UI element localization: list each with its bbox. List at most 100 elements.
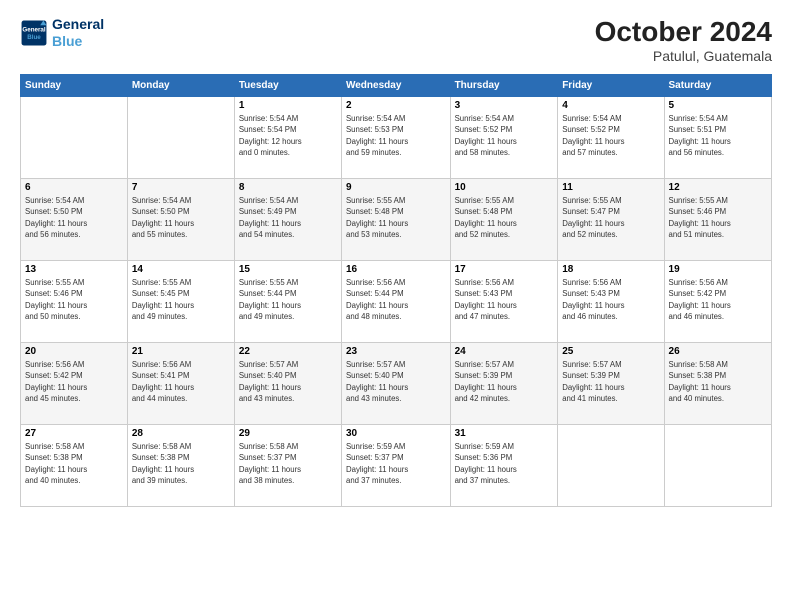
calendar-cell: 28 Sunrise: 5:58 AM Sunset: 5:38 PM Dayli… (127, 425, 234, 507)
calendar-cell: 2 Sunrise: 5:54 AM Sunset: 5:53 PM Daylig… (341, 97, 450, 179)
weekday-header-sunday: Sunday (21, 75, 128, 97)
day-number: 17 (455, 264, 554, 275)
day-number: 30 (346, 428, 446, 439)
day-info: Sunrise: 5:56 AM Sunset: 5:42 PM Dayligh… (669, 277, 767, 322)
day-info: Sunrise: 5:55 AM Sunset: 5:46 PM Dayligh… (25, 277, 123, 322)
logo-text-general: General (52, 16, 104, 33)
weekday-header-tuesday: Tuesday (234, 75, 341, 97)
day-number: 3 (455, 100, 554, 111)
page: General Blue General Blue October 2024 P… (0, 0, 792, 612)
calendar-week-5: 27 Sunrise: 5:58 AM Sunset: 5:38 PM Dayli… (21, 425, 772, 507)
day-number: 19 (669, 264, 767, 275)
weekday-header-thursday: Thursday (450, 75, 558, 97)
calendar-cell: 21 Sunrise: 5:56 AM Sunset: 5:41 PM Dayli… (127, 343, 234, 425)
day-info: Sunrise: 5:56 AM Sunset: 5:41 PM Dayligh… (132, 359, 230, 404)
calendar-header: SundayMondayTuesdayWednesdayThursdayFrid… (21, 75, 772, 97)
calendar-cell: 15Sunrise: 5:55 AM Sunset: 5:44 PM Dayli… (234, 261, 341, 343)
day-info: Sunrise: 5:55 AM Sunset: 5:48 PM Dayligh… (455, 195, 554, 240)
calendar-cell (664, 425, 771, 507)
day-number: 13 (25, 264, 123, 275)
day-info: Sunrise: 5:54 AM Sunset: 5:52 PM Dayligh… (562, 113, 659, 158)
day-number: 31 (455, 428, 554, 439)
calendar-cell: 3 Sunrise: 5:54 AM Sunset: 5:52 PM Daylig… (450, 97, 558, 179)
day-number: 29 (239, 428, 337, 439)
day-number: 21 (132, 346, 230, 357)
weekday-header-row: SundayMondayTuesdayWednesdayThursdayFrid… (21, 75, 772, 97)
day-info: Sunrise: 5:55 AM Sunset: 5:45 PM Dayligh… (132, 277, 230, 322)
day-info: Sunrise: 5:58 AM Sunset: 5:37 PM Dayligh… (239, 441, 337, 486)
day-number: 1 (239, 100, 337, 111)
calendar-cell: 27 Sunrise: 5:58 AM Sunset: 5:38 PM Dayli… (21, 425, 128, 507)
location: Patulul, Guatemala (595, 48, 772, 64)
day-number: 11 (562, 182, 659, 193)
day-info: Sunrise: 5:58 AM Sunset: 5:38 PM Dayligh… (25, 441, 123, 486)
day-number: 25 (562, 346, 659, 357)
day-number: 14 (132, 264, 230, 275)
day-info: Sunrise: 5:54 AM Sunset: 5:50 PM Dayligh… (132, 195, 230, 240)
svg-text:Blue: Blue (27, 34, 41, 41)
calendar-cell (21, 97, 128, 179)
month-title: October 2024 (595, 16, 772, 48)
day-number: 27 (25, 428, 123, 439)
logo: General Blue General Blue (20, 16, 104, 50)
calendar-cell: 16Sunrise: 5:56 AM Sunset: 5:44 PM Dayli… (341, 261, 450, 343)
calendar-body: 1Sunrise: 5:54 AM Sunset: 5:54 PM Daylig… (21, 97, 772, 507)
day-number: 28 (132, 428, 230, 439)
calendar-cell: 25Sunrise: 5:57 AM Sunset: 5:39 PM Dayli… (558, 343, 664, 425)
title-block: October 2024 Patulul, Guatemala (595, 16, 772, 64)
day-info: Sunrise: 5:59 AM Sunset: 5:36 PM Dayligh… (455, 441, 554, 486)
day-info: Sunrise: 5:57 AM Sunset: 5:39 PM Dayligh… (455, 359, 554, 404)
calendar-week-1: 1Sunrise: 5:54 AM Sunset: 5:54 PM Daylig… (21, 97, 772, 179)
day-number: 5 (669, 100, 767, 111)
day-info: Sunrise: 5:54 AM Sunset: 5:52 PM Dayligh… (455, 113, 554, 158)
day-number: 2 (346, 100, 446, 111)
day-info: Sunrise: 5:54 AM Sunset: 5:50 PM Dayligh… (25, 195, 123, 240)
day-info: Sunrise: 5:56 AM Sunset: 5:43 PM Dayligh… (455, 277, 554, 322)
day-info: Sunrise: 5:59 AM Sunset: 5:37 PM Dayligh… (346, 441, 446, 486)
calendar-cell: 26Sunrise: 5:58 AM Sunset: 5:38 PM Dayli… (664, 343, 771, 425)
calendar-cell: 29 Sunrise: 5:58 AM Sunset: 5:37 PM Dayli… (234, 425, 341, 507)
weekday-header-monday: Monday (127, 75, 234, 97)
calendar-cell: 4Sunrise: 5:54 AM Sunset: 5:52 PM Daylig… (558, 97, 664, 179)
day-info: Sunrise: 5:54 AM Sunset: 5:49 PM Dayligh… (239, 195, 337, 240)
weekday-header-wednesday: Wednesday (341, 75, 450, 97)
calendar-cell: 31 Sunrise: 5:59 AM Sunset: 5:36 PM Dayli… (450, 425, 558, 507)
logo-text-blue: Blue (52, 33, 104, 50)
day-info: Sunrise: 5:57 AM Sunset: 5:40 PM Dayligh… (346, 359, 446, 404)
calendar-cell: 23 Sunrise: 5:57 AM Sunset: 5:40 PM Dayli… (341, 343, 450, 425)
calendar-cell: 7Sunrise: 5:54 AM Sunset: 5:50 PM Daylig… (127, 179, 234, 261)
day-info: Sunrise: 5:56 AM Sunset: 5:43 PM Dayligh… (562, 277, 659, 322)
calendar-cell: 22Sunrise: 5:57 AM Sunset: 5:40 PM Dayli… (234, 343, 341, 425)
day-info: Sunrise: 5:56 AM Sunset: 5:44 PM Dayligh… (346, 277, 446, 322)
day-info: Sunrise: 5:55 AM Sunset: 5:46 PM Dayligh… (669, 195, 767, 240)
day-info: Sunrise: 5:55 AM Sunset: 5:44 PM Dayligh… (239, 277, 337, 322)
day-number: 12 (669, 182, 767, 193)
calendar-cell: 9Sunrise: 5:55 AM Sunset: 5:48 PM Daylig… (341, 179, 450, 261)
day-number: 10 (455, 182, 554, 193)
calendar-week-4: 20Sunrise: 5:56 AM Sunset: 5:42 PM Dayli… (21, 343, 772, 425)
logo-icon: General Blue (20, 19, 48, 47)
calendar-cell (558, 425, 664, 507)
calendar-cell: 17 Sunrise: 5:56 AM Sunset: 5:43 PM Dayli… (450, 261, 558, 343)
calendar-week-2: 6Sunrise: 5:54 AM Sunset: 5:50 PM Daylig… (21, 179, 772, 261)
weekday-header-friday: Friday (558, 75, 664, 97)
weekday-header-saturday: Saturday (664, 75, 771, 97)
day-number: 23 (346, 346, 446, 357)
calendar-cell: 18 Sunrise: 5:56 AM Sunset: 5:43 PM Dayli… (558, 261, 664, 343)
calendar-cell: 8Sunrise: 5:54 AM Sunset: 5:49 PM Daylig… (234, 179, 341, 261)
svg-text:General: General (22, 26, 45, 33)
day-info: Sunrise: 5:54 AM Sunset: 5:51 PM Dayligh… (669, 113, 767, 158)
day-number: 18 (562, 264, 659, 275)
day-info: Sunrise: 5:55 AM Sunset: 5:47 PM Dayligh… (562, 195, 659, 240)
calendar-cell: 5 Sunrise: 5:54 AM Sunset: 5:51 PM Daylig… (664, 97, 771, 179)
day-info: Sunrise: 5:58 AM Sunset: 5:38 PM Dayligh… (669, 359, 767, 404)
day-number: 9 (346, 182, 446, 193)
calendar-cell: 12 Sunrise: 5:55 AM Sunset: 5:46 PM Dayli… (664, 179, 771, 261)
calendar: SundayMondayTuesdayWednesdayThursdayFrid… (20, 74, 772, 507)
calendar-cell: 6Sunrise: 5:54 AM Sunset: 5:50 PM Daylig… (21, 179, 128, 261)
calendar-cell (127, 97, 234, 179)
day-info: Sunrise: 5:54 AM Sunset: 5:53 PM Dayligh… (346, 113, 446, 158)
day-info: Sunrise: 5:58 AM Sunset: 5:38 PM Dayligh… (132, 441, 230, 486)
day-info: Sunrise: 5:57 AM Sunset: 5:40 PM Dayligh… (239, 359, 337, 404)
calendar-cell: 10 Sunrise: 5:55 AM Sunset: 5:48 PM Dayli… (450, 179, 558, 261)
